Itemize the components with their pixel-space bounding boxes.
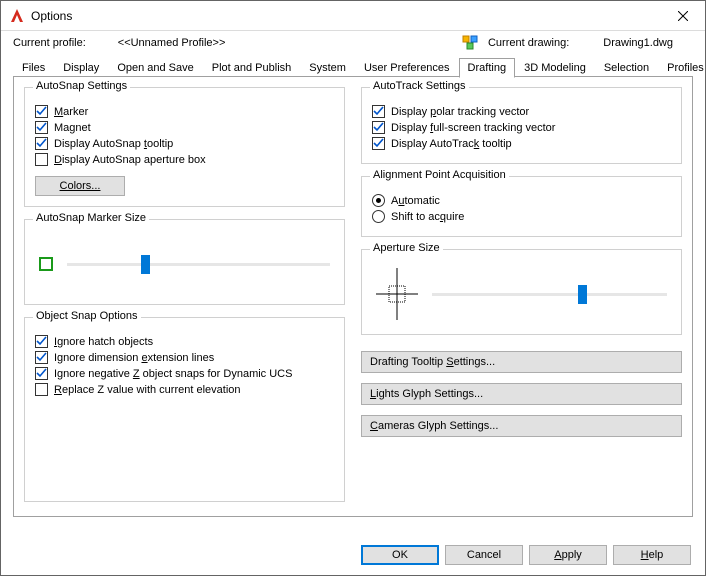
chk-marker[interactable]: Marker: [35, 105, 334, 118]
tab-files[interactable]: Files: [13, 58, 54, 77]
chk-label: Display full-screen tracking vector: [391, 122, 555, 134]
slider-thumb[interactable]: [141, 255, 150, 274]
help-button[interactable]: Help: [613, 545, 691, 565]
drawing-icon: [462, 35, 478, 51]
current-drawing-label: Current drawing:: [488, 37, 569, 49]
tab-profiles[interactable]: Profiles: [658, 58, 706, 77]
group-legend: Aperture Size: [370, 242, 443, 254]
radio-icon: [372, 194, 385, 207]
marker-preview-icon: [39, 257, 53, 271]
chk-display-autosnap-tooltip[interactable]: Display AutoSnap tooltip: [35, 137, 334, 150]
chk-label: Replace Z value with current elevation: [54, 384, 241, 396]
lights-glyph-settings-button[interactable]: Lights Glyph Settings...: [361, 383, 682, 405]
checkbox-icon: [35, 383, 48, 396]
checkbox-icon: [35, 335, 48, 348]
checkbox-icon: [35, 137, 48, 150]
group-legend: Alignment Point Acquisition: [370, 169, 509, 181]
window-title: Options: [31, 9, 72, 23]
app-icon: [9, 8, 25, 24]
group-legend: AutoTrack Settings: [370, 80, 469, 92]
checkbox-icon: [372, 137, 385, 150]
checkbox-icon: [372, 105, 385, 118]
apply-button[interactable]: Apply: [529, 545, 607, 565]
tab-open-and-save[interactable]: Open and Save: [108, 58, 202, 77]
tab-3d-modeling[interactable]: 3D Modeling: [515, 58, 595, 77]
chk-magnet[interactable]: Magnet: [35, 121, 334, 134]
tab-selection[interactable]: Selection: [595, 58, 658, 77]
chk-autotrack-tooltip[interactable]: Display AutoTrack tooltip: [372, 137, 671, 150]
chk-fullscreen-vector[interactable]: Display full-screen tracking vector: [372, 121, 671, 134]
group-legend: AutoSnap Marker Size: [33, 212, 149, 224]
current-drawing-value: Drawing1.dwg: [603, 37, 673, 49]
radio-icon: [372, 210, 385, 223]
current-profile-label: Current profile:: [13, 37, 86, 49]
cameras-glyph-settings-button[interactable]: Cameras Glyph Settings...: [361, 415, 682, 437]
checkbox-icon: [35, 153, 48, 166]
chk-label: Ignore hatch objects: [54, 336, 153, 348]
group-autosnap-marker-size: AutoSnap Marker Size: [24, 219, 345, 305]
marker-size-slider[interactable]: [67, 263, 330, 266]
chk-label: Marker: [54, 106, 88, 118]
checkbox-icon: [372, 121, 385, 134]
group-aperture-size: Aperture Size: [361, 249, 682, 335]
slider-thumb[interactable]: [578, 285, 587, 304]
chk-ignore-dim-ext[interactable]: Ignore dimension extension lines: [35, 351, 334, 364]
rdo-label: Shift to acquire: [391, 211, 464, 223]
drafting-tooltip-settings-button[interactable]: Drafting Tooltip Settings...: [361, 351, 682, 373]
rdo-shift-to-acquire[interactable]: Shift to acquire: [372, 210, 671, 223]
chk-label: Display AutoSnap tooltip: [54, 138, 173, 150]
dialog-button-row: OK Cancel Apply Help: [361, 545, 691, 565]
colors-button[interactable]: Colors...: [35, 176, 125, 196]
group-autotrack-settings: AutoTrack Settings Display polar trackin…: [361, 87, 682, 164]
checkbox-icon: [35, 121, 48, 134]
checkbox-icon: [35, 105, 48, 118]
tab-page-drafting: AutoSnap Settings Marker Magnet: [13, 77, 693, 517]
aperture-size-slider[interactable]: [432, 293, 667, 296]
profile-row: Current profile: <<Unnamed Profile>> Cur…: [1, 31, 705, 53]
chk-label: Ignore dimension extension lines: [54, 352, 214, 364]
tabstrip: Files Display Open and Save Plot and Pub…: [1, 53, 705, 77]
tab-plot-and-publish[interactable]: Plot and Publish: [203, 58, 301, 77]
tab-drafting[interactable]: Drafting: [459, 58, 516, 78]
aperture-preview-icon: [376, 266, 418, 322]
chk-label: Display AutoTrack tooltip: [391, 138, 512, 150]
chk-label: Display AutoSnap aperture box: [54, 154, 206, 166]
ok-button[interactable]: OK: [361, 545, 439, 565]
group-legend: Object Snap Options: [33, 310, 141, 322]
group-object-snap-options: Object Snap Options Ignore hatch objects…: [24, 317, 345, 502]
group-autosnap-settings: AutoSnap Settings Marker Magnet: [24, 87, 345, 207]
group-alignment-point: Alignment Point Acquisition Automatic Sh…: [361, 176, 682, 237]
tab-system[interactable]: System: [300, 58, 355, 77]
checkbox-icon: [35, 367, 48, 380]
titlebar: Options: [1, 1, 705, 31]
chk-label: Ignore negative Z object snaps for Dynam…: [54, 368, 292, 380]
rdo-automatic[interactable]: Automatic: [372, 194, 671, 207]
close-button[interactable]: [660, 1, 705, 30]
current-profile-value: <<Unnamed Profile>>: [118, 37, 226, 49]
chk-label: Display polar tracking vector: [391, 106, 529, 118]
rdo-label: Automatic: [391, 195, 440, 207]
chk-polar-vector[interactable]: Display polar tracking vector: [372, 105, 671, 118]
chk-replace-z[interactable]: Replace Z value with current elevation: [35, 383, 334, 396]
cancel-button[interactable]: Cancel: [445, 545, 523, 565]
checkbox-icon: [35, 351, 48, 364]
chk-display-autosnap-aperture-box[interactable]: Display AutoSnap aperture box: [35, 153, 334, 166]
chk-label: Magnet: [54, 122, 91, 134]
tab-display[interactable]: Display: [54, 58, 108, 77]
tab-user-preferences[interactable]: User Preferences: [355, 58, 459, 77]
chk-ignore-neg-z[interactable]: Ignore negative Z object snaps for Dynam…: [35, 367, 334, 380]
group-legend: AutoSnap Settings: [33, 80, 130, 92]
chk-ignore-hatch[interactable]: Ignore hatch objects: [35, 335, 334, 348]
